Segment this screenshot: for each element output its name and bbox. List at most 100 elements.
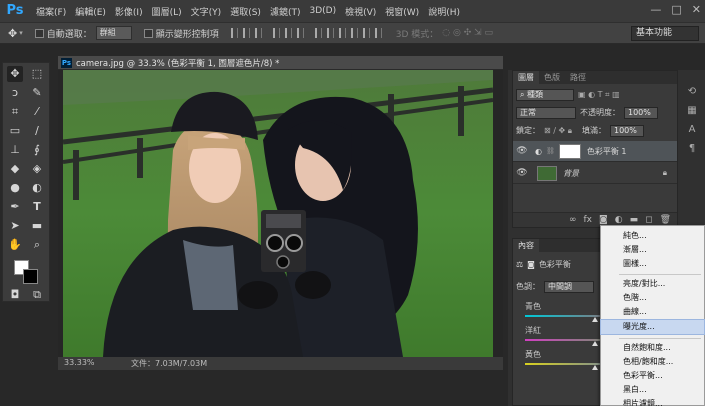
slider-handle[interactable] — [592, 317, 598, 322]
menu-item-curves[interactable]: 曲線... — [601, 305, 704, 319]
align-icon[interactable] — [296, 28, 304, 38]
menu-item-photo-filter[interactable]: 相片濾鏡... — [601, 397, 704, 406]
layer-thumbnail[interactable] — [537, 165, 557, 181]
menu-item-gradient[interactable]: 漸層... — [601, 243, 704, 257]
chevron-down-icon[interactable]: ▾ — [19, 29, 23, 37]
menu-item-pattern[interactable]: 圖樣... — [601, 257, 704, 271]
new-adjustment-layer-icon[interactable]: ◐ — [615, 215, 623, 225]
menu-type[interactable]: 文字(Y) — [191, 5, 222, 18]
layer-row[interactable]: 👁︎ ◐ ⛓ 色彩平衡 1 — [513, 141, 677, 162]
screen-mode-icon[interactable]: ⧉ — [29, 287, 45, 303]
paint-bucket-tool-icon[interactable]: ◈ — [29, 161, 45, 177]
menu-layer[interactable]: 圖層(L) — [152, 5, 182, 18]
align-icon[interactable] — [272, 28, 280, 38]
blend-mode-dropdown[interactable]: 正常 — [516, 106, 576, 119]
zoom-level[interactable]: 33.33% — [64, 358, 95, 367]
menu-item-levels[interactable]: 色階... — [601, 291, 704, 305]
canvas-area[interactable] — [58, 70, 503, 357]
close-icon[interactable]: ✕ — [692, 3, 701, 16]
menu-image[interactable]: 影像(I) — [115, 5, 143, 18]
quick-mask-icon[interactable]: ◘ — [7, 287, 23, 303]
filter-type-icons[interactable]: ▣ ◐ T ⌗ ▥ — [578, 90, 620, 100]
menu-file[interactable]: 檔案(F) — [36, 5, 66, 18]
delete-layer-icon[interactable]: 🗑︎ — [660, 215, 671, 225]
pen-tool-icon[interactable]: ✒ — [7, 199, 23, 215]
maximize-icon[interactable]: □ — [671, 3, 681, 16]
align-icon[interactable] — [254, 28, 262, 38]
slider-handle[interactable] — [592, 365, 598, 370]
tab-paths[interactable]: 路徑 — [565, 71, 591, 84]
mask-icon[interactable]: ◙ — [527, 260, 535, 269]
auto-select-dropdown[interactable]: 群組 — [95, 26, 132, 40]
layer-filter-dropdown[interactable]: ⌕ 種類 — [516, 88, 574, 101]
tone-dropdown[interactable]: 中間調 — [544, 280, 594, 293]
align-icon[interactable] — [230, 28, 238, 38]
background-color-swatch[interactable] — [23, 269, 38, 284]
transform-controls-checkbox[interactable] — [143, 28, 153, 38]
new-layer-icon[interactable]: ◻ — [645, 215, 652, 225]
eyedropper-tool-icon[interactable]: ⁄ — [29, 104, 45, 120]
crop-tool-icon[interactable]: ⌗ — [7, 104, 23, 120]
layer-style-icon[interactable]: fx — [583, 215, 592, 225]
layer-mask-thumbnail[interactable] — [558, 143, 581, 159]
auto-select-checkbox[interactable] — [34, 28, 44, 38]
tab-channels[interactable]: 色版 — [539, 71, 565, 84]
align-icon[interactable] — [242, 28, 250, 38]
history-brush-tool-icon[interactable]: ∮ — [29, 142, 45, 158]
menu-view[interactable]: 檢視(V) — [345, 5, 376, 18]
quick-select-tool-icon[interactable]: ✎ — [29, 85, 45, 101]
brush-tool-icon[interactable]: ∕ — [29, 123, 45, 139]
menu-window[interactable]: 視窗(W) — [385, 5, 419, 18]
link-layers-icon[interactable]: ∞ — [569, 215, 577, 225]
character-icon[interactable]: A — [689, 124, 696, 135]
menu-item-hue-saturation[interactable]: 色相/飽和度... — [601, 355, 704, 369]
eraser-tool-icon[interactable]: ◆ — [7, 161, 23, 177]
distribute-icon[interactable] — [326, 28, 334, 38]
brush-presets-icon[interactable]: ▦ — [687, 105, 696, 116]
menu-item-color-balance[interactable]: 色彩平衡... — [601, 369, 704, 383]
type-tool-icon[interactable]: T — [29, 199, 45, 215]
photo-canvas[interactable] — [63, 70, 493, 357]
clone-stamp-tool-icon[interactable]: ⊥ — [7, 142, 23, 158]
distribute-icon[interactable] — [314, 28, 322, 38]
menu-item-solid-color[interactable]: 純色... — [601, 229, 704, 243]
menu-help[interactable]: 說明(H) — [428, 5, 460, 18]
healing-brush-tool-icon[interactable]: ▭ — [7, 123, 23, 139]
align-icon[interactable] — [284, 28, 292, 38]
lasso-tool-icon[interactable]: ↄ — [7, 85, 23, 101]
opacity-field[interactable]: 100% — [624, 106, 658, 119]
move-tool-preset-icon[interactable]: ✥ — [8, 27, 17, 40]
document-tab[interactable]: Ps camera.jpg @ 33.3% (色彩平衡 1, 圖層遮色片/8) … — [58, 56, 503, 70]
eye-icon[interactable]: 👁︎ — [515, 146, 529, 156]
minimize-icon[interactable]: — — [650, 3, 661, 16]
distribute-icon[interactable] — [350, 28, 358, 38]
shape-tool-icon[interactable]: ▬ — [29, 218, 45, 234]
distribute-icon[interactable] — [374, 28, 382, 38]
fill-field[interactable]: 100% — [610, 124, 644, 137]
distribute-icon[interactable] — [338, 28, 346, 38]
layer-name[interactable]: 背景 — [563, 168, 579, 179]
menu-item-brightness-contrast[interactable]: 亮度/對比... — [601, 277, 704, 291]
tab-properties[interactable]: 內容 — [513, 239, 539, 252]
zoom-tool-icon[interactable]: ⌕ — [29, 237, 45, 253]
menu-item-black-white[interactable]: 黑白... — [601, 383, 704, 397]
eye-icon[interactable]: 👁︎ — [515, 168, 529, 178]
menu-item-exposure[interactable]: 曝光度... — [600, 319, 705, 335]
paragraph-icon[interactable]: ¶ — [689, 143, 695, 154]
layer-row[interactable]: 👁︎ 背景 🔒︎ — [513, 163, 677, 184]
tab-layers[interactable]: 圖層 — [513, 71, 539, 84]
menu-edit[interactable]: 編輯(E) — [75, 5, 106, 18]
layer-name[interactable]: 色彩平衡 1 — [587, 146, 627, 157]
menu-3d[interactable]: 3D(D) — [309, 6, 336, 16]
add-mask-icon[interactable]: ◙ — [599, 215, 608, 225]
path-selection-tool-icon[interactable]: ➤ — [7, 218, 23, 234]
move-tool-icon[interactable]: ✥ — [7, 66, 23, 82]
menu-select[interactable]: 選取(S) — [230, 5, 261, 18]
menu-item-vibrance[interactable]: 自然飽和度... — [601, 341, 704, 355]
history-icon[interactable]: ⟲ — [688, 86, 696, 97]
new-group-icon[interactable]: ▬ — [630, 215, 639, 225]
lock-icons[interactable]: ⊠ ∕ ✥ 🔒︎ — [544, 126, 572, 136]
blur-tool-icon[interactable]: ● — [7, 180, 23, 196]
dodge-tool-icon[interactable]: ◐ — [29, 180, 45, 196]
menu-filter[interactable]: 濾鏡(T) — [270, 5, 301, 18]
